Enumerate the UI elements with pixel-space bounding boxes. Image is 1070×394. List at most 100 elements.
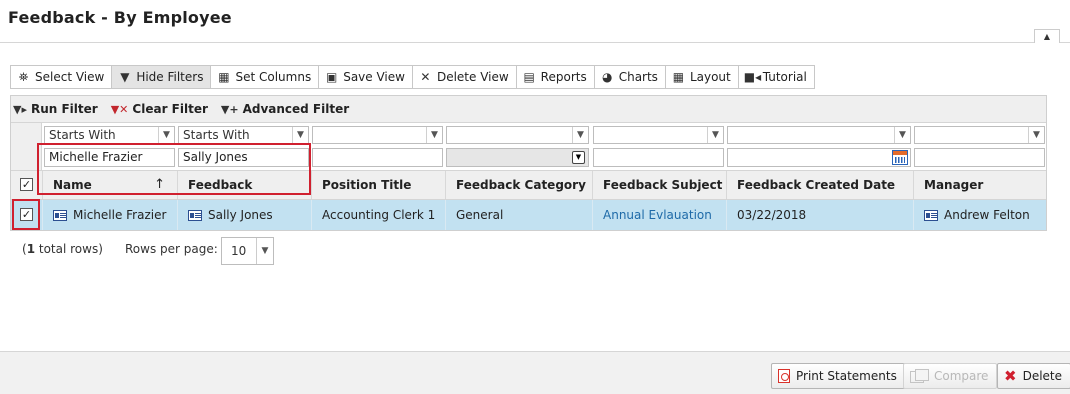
pie-chart-icon: ◕ (601, 70, 613, 84)
column-header-manager[interactable]: Manager (913, 171, 1047, 199)
cell-category-value: General (456, 208, 504, 222)
delete-label: Delete (1022, 369, 1063, 383)
filter-actions-bar: ▼▸ Run Filter ▼✕ Clear Filter ▼+ Advance… (11, 96, 1046, 123)
caret-up-icon: ▲ (1043, 32, 1051, 41)
compare-button[interactable]: Compare (903, 363, 998, 389)
created-date-filter-input[interactable] (727, 148, 911, 167)
chevron-down-icon: ▼ (707, 127, 723, 143)
title-divider (0, 42, 1070, 43)
delete-view-button[interactable]: ✕ Delete View (411, 65, 517, 89)
print-statements-button[interactable]: Print Statements (771, 363, 906, 389)
charts-button[interactable]: ◕ Charts (593, 65, 666, 89)
delete-view-label: Delete View (436, 70, 509, 84)
filter-clear-icon: ▼✕ (110, 102, 129, 116)
compare-icon (910, 369, 929, 383)
subject-operator-select[interactable]: ▼ (593, 126, 724, 144)
delete-button[interactable]: ✖ Delete (997, 363, 1070, 389)
cell-provider[interactable]: Sally Jones (177, 200, 311, 230)
category-operator-select[interactable]: ▼ (446, 126, 589, 144)
layout-label: Layout (689, 70, 731, 84)
cell-name[interactable]: Michelle Frazier (42, 200, 177, 230)
reports-button[interactable]: ▤ Reports (515, 65, 595, 89)
total-count: 1 (26, 242, 36, 256)
select-view-button[interactable]: ⛯ Select View (10, 65, 113, 89)
view-toolbar: ⛯ Select View ▼ Hide Filters ▦ Set Colum… (10, 65, 815, 89)
checkbox-highlight-box (12, 199, 40, 230)
document-icon: ▤ (523, 70, 535, 84)
column-header-created-date[interactable]: Feedback Created Date (726, 171, 913, 199)
table-grid-icon: ▦ (672, 70, 685, 84)
set-columns-button[interactable]: ▦ Set Columns (210, 65, 320, 89)
table-grid-icon: ▦ (218, 70, 230, 84)
position-filter-input[interactable] (312, 148, 443, 167)
id-card-icon[interactable] (188, 209, 202, 221)
run-filter-label: Run Filter (30, 102, 98, 116)
cell-created-date: 03/22/2018 (726, 200, 913, 230)
advanced-filter-button[interactable]: ▼+ Advanced Filter (221, 102, 349, 116)
compare-label: Compare (934, 369, 989, 383)
total-suffix: total rows) (35, 242, 103, 256)
cell-provider-value: Sally Jones (208, 208, 273, 222)
column-header-category[interactable]: Feedback Category (445, 171, 592, 199)
video-camera-icon: ■◂ (743, 70, 762, 84)
chevron-down-icon[interactable]: ▼ (572, 151, 585, 164)
set-columns-label: Set Columns (235, 70, 312, 84)
total-rows-text: (1 total rows) (22, 242, 103, 256)
filter-highlight-box (37, 143, 311, 195)
manager-operator-select[interactable]: ▼ (914, 126, 1045, 144)
floppy-disk-icon: ▣ (326, 70, 338, 84)
tutorial-label: Tutorial (762, 70, 807, 84)
tutorial-button[interactable]: ■◂ Tutorial (737, 65, 815, 89)
chevron-down-icon: ▼ (256, 238, 273, 264)
rows-per-page-select[interactable]: 10 ▼ (221, 237, 274, 265)
name-operator-value: Starts With (49, 128, 116, 142)
filter-icon: ▼ (120, 70, 130, 84)
category-filter-dropdown[interactable]: ▼ (446, 148, 589, 167)
id-card-icon[interactable] (924, 209, 938, 221)
chevron-down-icon: ▼ (426, 127, 442, 143)
cell-manager-value: Andrew Felton (944, 208, 1030, 222)
table-row[interactable]: ✓ Michelle Frazier Sally Jones Accountin… (11, 200, 1046, 230)
provider-operator-select[interactable]: Starts With ▼ (178, 126, 309, 144)
column-header-subject[interactable]: Feedback Subject (592, 171, 726, 199)
subject-filter-input[interactable] (593, 148, 724, 167)
created-operator-select[interactable]: ▼ (727, 126, 911, 144)
close-icon: ✖ (1004, 366, 1017, 385)
cell-position: Accounting Clerk 1 (311, 200, 445, 230)
save-view-button[interactable]: ▣ Save View (318, 65, 413, 89)
run-filter-button[interactable]: ▼▸ Run Filter (13, 102, 98, 116)
cell-subject-value[interactable]: Annual Evlauation (603, 200, 712, 230)
hide-filters-button[interactable]: ▼ Hide Filters (111, 65, 212, 89)
id-card-icon[interactable] (53, 209, 67, 221)
hide-filters-label: Hide Filters (136, 70, 204, 84)
charts-label: Charts (618, 70, 658, 84)
pdf-icon (778, 369, 790, 383)
column-header-position-label: Position Title (322, 178, 412, 192)
layout-button[interactable]: ▦ Layout (664, 65, 739, 89)
column-header-position[interactable]: Position Title (311, 171, 445, 199)
name-operator-select[interactable]: Starts With ▼ (44, 126, 175, 144)
clear-filter-label: Clear Filter (132, 102, 208, 116)
column-header-category-label: Feedback Category (456, 178, 586, 192)
collapse-panel-button[interactable]: ▲ (1034, 29, 1060, 43)
position-operator-select[interactable]: ▼ (312, 126, 443, 144)
clear-filter-button[interactable]: ▼✕ Clear Filter (111, 102, 208, 116)
calendar-icon[interactable] (892, 150, 908, 165)
cell-name-value: Michelle Frazier (73, 208, 167, 222)
footer-action-bar: Print Statements Compare ✖ Delete (0, 351, 1070, 394)
cell-subject-link[interactable]: Annual Evlauation (592, 200, 726, 230)
cell-created-value: 03/22/2018 (737, 208, 807, 222)
provider-operator-value: Starts With (183, 128, 250, 142)
chevron-down-icon: ▼ (158, 127, 174, 143)
rows-per-page-label: Rows per page: (125, 242, 218, 256)
page-title: Feedback - By Employee (8, 8, 232, 27)
manager-filter-input[interactable] (914, 148, 1045, 167)
column-header-subject-label: Feedback Subject (603, 178, 723, 192)
cell-position-value: Accounting Clerk 1 (322, 208, 436, 222)
cell-manager[interactable]: Andrew Felton (913, 200, 1047, 230)
select-all-checkbox[interactable]: ✓ (20, 178, 33, 191)
select-view-label: Select View (35, 70, 105, 84)
chevron-down-icon: ▼ (894, 127, 910, 143)
chevron-down-icon: ▼ (1028, 127, 1044, 143)
close-x-icon: ✕ (420, 70, 431, 84)
